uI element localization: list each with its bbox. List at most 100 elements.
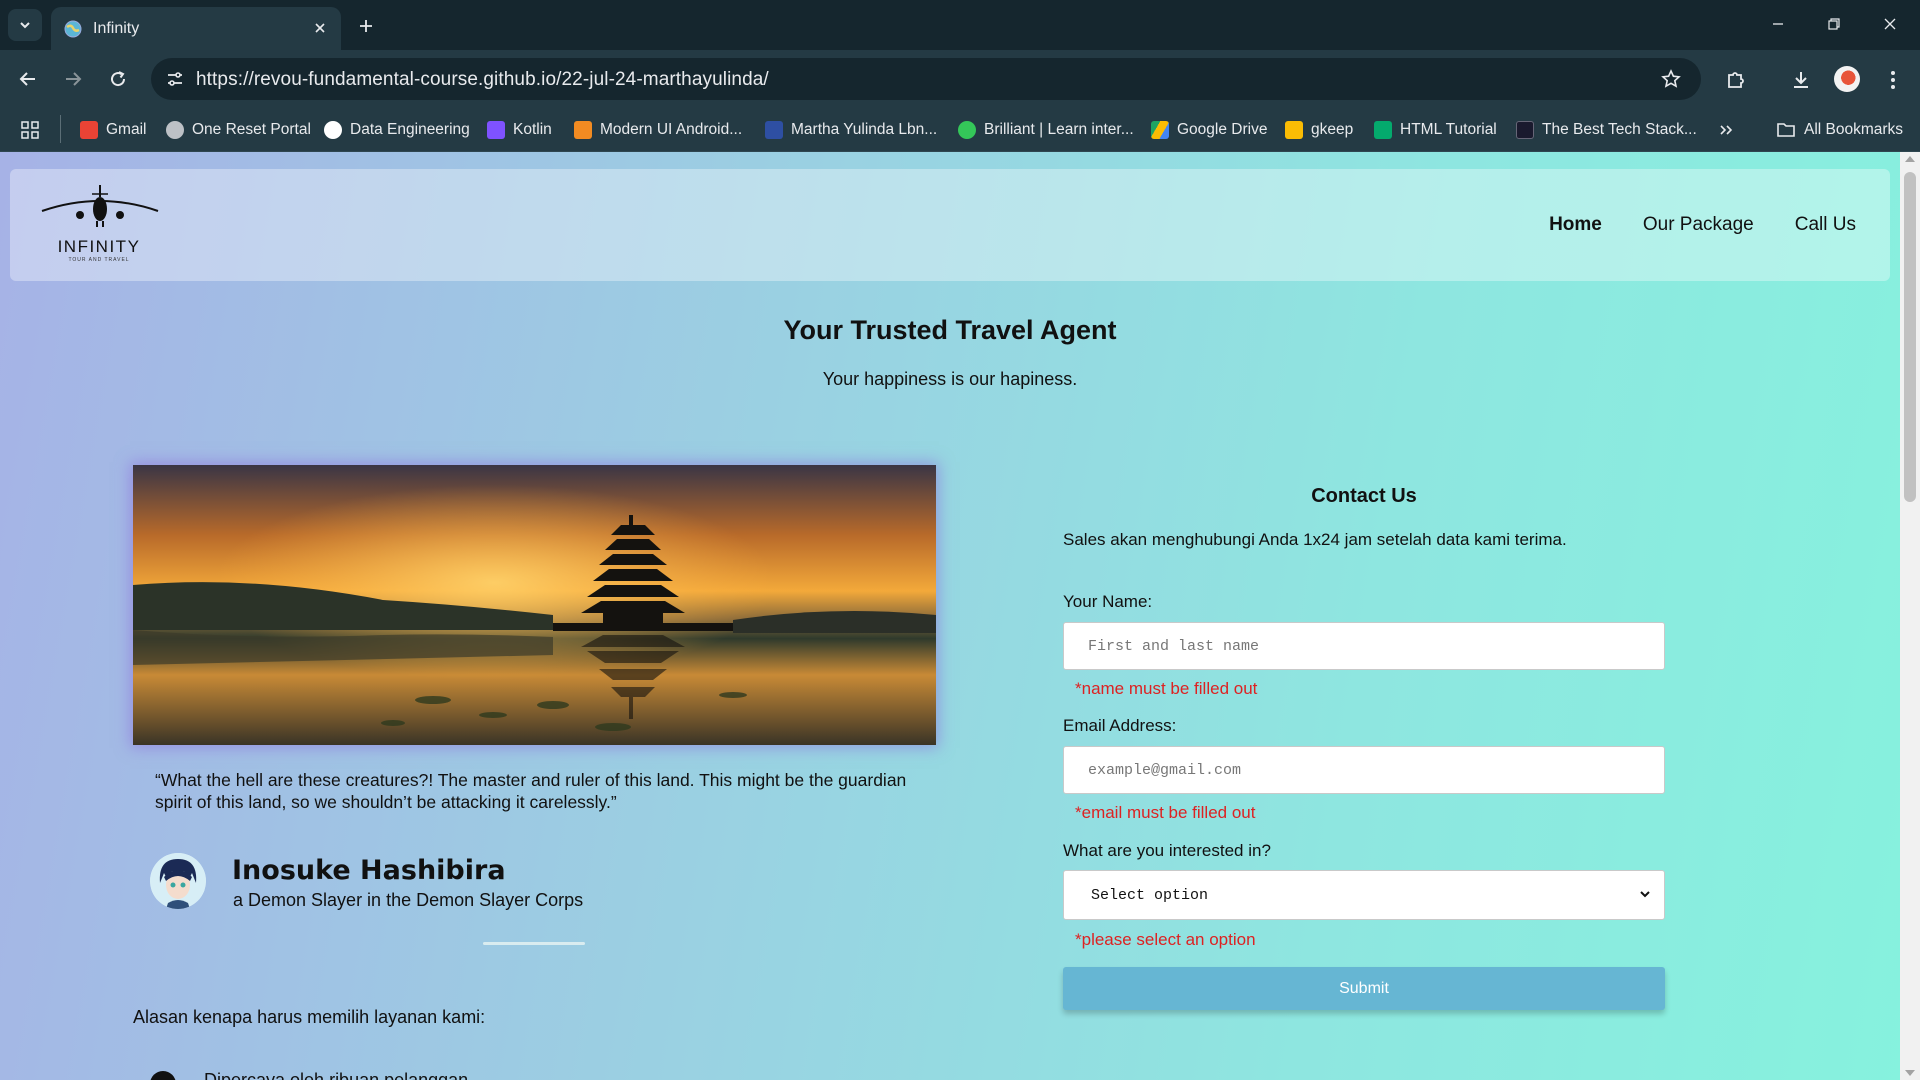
- browser-menu-button[interactable]: [1878, 65, 1908, 95]
- arrow-left-icon: [19, 72, 35, 86]
- nav-our-package[interactable]: Our Package: [1643, 214, 1754, 236]
- reload-icon: [111, 71, 126, 87]
- name-label: Your Name:: [1063, 592, 1153, 611]
- tab-strip: Infinity: [0, 0, 1920, 50]
- tab-title: Infinity: [93, 19, 140, 37]
- hero-subtitle: Your happiness is our hapiness.: [822, 369, 1078, 389]
- bookmark-data-engineering[interactable]: Data Engineering: [324, 118, 470, 142]
- bookmark-best-tech-stack[interactable]: The Best Tech Stack...: [1516, 118, 1697, 142]
- keep-icon: [1285, 121, 1303, 139]
- scroll-down-arrow-icon[interactable]: [1905, 1070, 1915, 1076]
- interest-error: *please select an option: [1075, 930, 1256, 949]
- email-label: Email Address:: [1063, 716, 1177, 735]
- page-viewport: INFINITY TOUR AND TRAVEL Home Our Packag…: [0, 152, 1920, 1080]
- interest-selected-value: Select option: [1091, 886, 1209, 904]
- github-icon: [324, 121, 342, 139]
- close-window-button[interactable]: [1870, 8, 1910, 40]
- gmail-icon: [80, 121, 98, 139]
- restore-icon: [1828, 18, 1840, 30]
- nav-home[interactable]: Home: [1549, 214, 1602, 236]
- reasons-title: Alasan kenapa harus memilih layanan kami…: [133, 1007, 486, 1027]
- testimonial-avatar: [150, 853, 206, 909]
- downloads-button[interactable]: [1786, 65, 1816, 95]
- scroll-thumb[interactable]: [1904, 172, 1916, 502]
- bookmark-modern-ui-android[interactable]: Modern UI Android...: [574, 118, 742, 142]
- logo-text: INFINITY: [57, 237, 141, 256]
- site-info-icon[interactable]: [161, 65, 189, 93]
- bookmark-gkeep[interactable]: gkeep: [1285, 118, 1353, 142]
- interest-select[interactable]: Select option: [1063, 870, 1665, 920]
- download-icon: [1794, 72, 1808, 88]
- all-bookmarks-button[interactable]: All Bookmarks: [1776, 118, 1903, 142]
- plus-icon: [360, 20, 372, 32]
- new-tab-button[interactable]: [352, 12, 380, 40]
- puzzle-icon: [1728, 72, 1744, 88]
- reload-button[interactable]: [102, 63, 134, 95]
- extensions-button[interactable]: [1721, 65, 1751, 95]
- minimize-button[interactable]: [1758, 8, 1798, 40]
- more-vertical-icon: [1891, 71, 1895, 89]
- forward-button[interactable]: [57, 63, 89, 95]
- bookmark-kotlin[interactable]: Kotlin: [487, 118, 552, 142]
- testimonial-name: Inosuke Hashibira: [232, 855, 506, 886]
- name-error: *name must be filled out: [1075, 679, 1258, 698]
- drive-icon: [1151, 121, 1169, 139]
- page-scrollbar[interactable]: [1900, 152, 1920, 1080]
- testimonial-role: a Demon Slayer in the Demon Slayer Corps: [233, 890, 584, 910]
- bookmark-star-icon[interactable]: [1659, 67, 1683, 91]
- tab-search-button[interactable]: [8, 9, 42, 41]
- address-bar[interactable]: https://revou-fundamental-course.github.…: [151, 58, 1701, 100]
- bookmarks-bar: Gmail One Reset Portal Data Engineering …: [0, 108, 1920, 152]
- site-nav: Home Our Package Call Us: [1549, 214, 1856, 236]
- minimize-icon: [1773, 23, 1783, 25]
- double-chevron-right-icon: [1720, 125, 1733, 135]
- bookmark-martha-yulinda[interactable]: Martha Yulinda Lbn...: [765, 118, 937, 142]
- chevron-down-icon: [1640, 891, 1650, 898]
- more-bookmarks-button[interactable]: [1718, 118, 1734, 142]
- techstack-icon: [1516, 121, 1534, 139]
- carousel-indicator[interactable]: [483, 942, 585, 945]
- bookmark-orange-icon: [574, 121, 592, 139]
- restore-button[interactable]: [1814, 8, 1854, 40]
- email-input[interactable]: example@gmail.com: [1063, 746, 1665, 794]
- airplane-icon: [41, 185, 159, 227]
- kotlin-icon: [487, 121, 505, 139]
- active-tab[interactable]: Infinity: [51, 7, 341, 50]
- apps-button[interactable]: [20, 118, 40, 142]
- contact-title: Contact Us: [1311, 485, 1417, 507]
- testimonial-quote: “What the hell are these creatures?! The…: [155, 770, 907, 812]
- bookmark-html-tutorial[interactable]: HTML Tutorial: [1374, 118, 1497, 142]
- back-button[interactable]: [12, 63, 44, 95]
- logo-subtext: TOUR AND TRAVEL: [68, 257, 130, 263]
- hero-title: Your Trusted Travel Agent: [783, 315, 1117, 345]
- globe-favicon-icon: [64, 20, 82, 37]
- globe-icon: [166, 121, 184, 139]
- apps-grid-icon: [21, 121, 39, 139]
- bookmark-brilliant[interactable]: Brilliant | Learn inter...: [958, 118, 1134, 142]
- scroll-up-arrow-icon[interactable]: [1905, 156, 1915, 162]
- interest-label: What are you interested in?: [1063, 841, 1271, 860]
- brilliant-icon: [958, 121, 976, 139]
- close-tab-icon[interactable]: [309, 17, 331, 39]
- reason-item: Dipercaya oleh ribuan pelanggan: [204, 1070, 469, 1080]
- name-input[interactable]: First and last name: [1063, 622, 1665, 670]
- nav-call-us[interactable]: Call Us: [1795, 214, 1856, 236]
- bookmark-gmail[interactable]: Gmail: [80, 118, 146, 142]
- chevron-down-icon: [20, 22, 30, 29]
- site-logo[interactable]: INFINITY TOUR AND TRAVEL: [40, 181, 160, 271]
- bookmarks-divider: [60, 115, 61, 143]
- del-icon: [765, 121, 783, 139]
- url-text[interactable]: https://revou-fundamental-course.github.…: [196, 69, 769, 91]
- email-error: *email must be filled out: [1075, 803, 1256, 822]
- banner-image: [133, 465, 936, 745]
- profile-avatar[interactable]: [1834, 66, 1860, 92]
- arrow-right-icon: [66, 72, 82, 86]
- bookmark-one-reset-portal[interactable]: One Reset Portal: [166, 118, 311, 142]
- bookmark-google-drive[interactable]: Google Drive: [1151, 118, 1267, 142]
- contact-description: Sales akan menghubungi Anda 1x24 jam set…: [1063, 530, 1567, 549]
- reason-bullet: [150, 1071, 176, 1080]
- close-icon: [1884, 18, 1896, 30]
- site-header: INFINITY TOUR AND TRAVEL Home Our Packag…: [10, 169, 1890, 281]
- folder-icon: [1777, 123, 1795, 137]
- submit-button[interactable]: Submit: [1063, 967, 1665, 1010]
